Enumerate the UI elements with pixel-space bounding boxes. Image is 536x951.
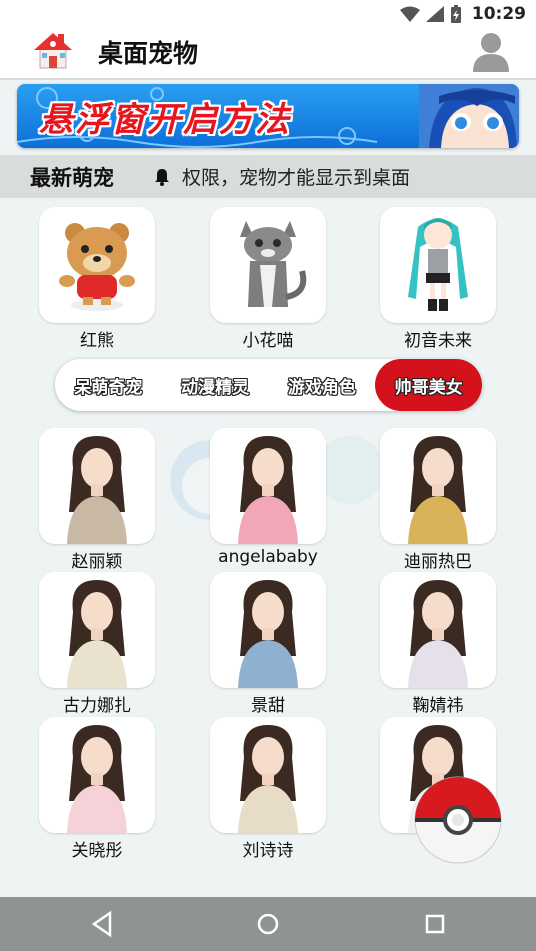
celebrity-card[interactable] xyxy=(210,428,326,544)
celebrity-card[interactable] xyxy=(39,717,155,833)
celebrity-label: 鞠婧祎 xyxy=(412,696,464,716)
home-icon[interactable] xyxy=(253,909,283,939)
battery-icon xyxy=(450,5,461,23)
celebrity-label: 刘诗诗 xyxy=(242,841,294,861)
celebrity-label: angelababy xyxy=(218,547,318,567)
notice-strip: 最新萌宠 权限，宠物才能显示到桌面 xyxy=(0,155,536,198)
bell-icon xyxy=(155,168,169,186)
portrait-image xyxy=(39,572,155,688)
celebrity-card[interactable] xyxy=(380,428,496,544)
recents-icon[interactable] xyxy=(420,909,450,939)
tab-celebrities[interactable]: 帅哥美女 xyxy=(375,359,482,411)
celebrity-card[interactable] xyxy=(39,572,155,688)
system-navigation-bar xyxy=(0,897,536,951)
red-bear-pet-icon xyxy=(59,223,135,311)
celebrity-card[interactable] xyxy=(39,428,155,544)
status-bar: 10:29 xyxy=(0,0,536,28)
pokeball-floating-button-icon[interactable] xyxy=(414,776,502,864)
portrait-image xyxy=(39,428,155,544)
notice-marquee-text: 权限，宠物才能显示到桌面 xyxy=(182,167,411,189)
back-icon[interactable] xyxy=(88,909,118,939)
category-tabs: 呆萌奇宠 动漫精灵 游戏角色 帅哥美女 xyxy=(55,359,482,411)
app-bar: 桌面宠物 xyxy=(0,28,536,80)
signal-icon xyxy=(425,6,444,22)
portrait-image xyxy=(380,572,496,688)
portrait-image xyxy=(39,717,155,833)
kitten-pet-icon xyxy=(240,221,307,307)
latest-pets-title: 最新萌宠 xyxy=(30,165,114,190)
portrait-image xyxy=(210,572,326,688)
wifi-icon xyxy=(399,6,420,22)
pet-label: 初音未来 xyxy=(404,331,472,351)
floating-window-guide-banner[interactable]: 悬浮窗开启方法 xyxy=(17,84,519,148)
banner-text: 悬浮窗开启方法 xyxy=(39,100,291,140)
anime-girl-illustration xyxy=(419,84,519,148)
portrait-image xyxy=(210,428,326,544)
portrait-image xyxy=(380,428,496,544)
celebrity-label: 古力娜扎 xyxy=(63,696,131,716)
celebrity-card[interactable] xyxy=(210,717,326,833)
pet-label: 红熊 xyxy=(80,331,114,351)
celebrity-label: 迪丽热巴 xyxy=(404,552,472,572)
pet-card-kitten[interactable] xyxy=(210,207,326,323)
profile-avatar-icon[interactable] xyxy=(470,30,512,74)
pet-label: 小花喵 xyxy=(242,331,294,351)
miku-pet-icon xyxy=(408,218,468,311)
celebrity-card[interactable] xyxy=(210,572,326,688)
celebrity-card[interactable] xyxy=(380,572,496,688)
app-title: 桌面宠物 xyxy=(98,39,199,68)
house-logo-icon xyxy=(34,33,72,69)
celebrity-label: 赵丽颖 xyxy=(71,552,123,572)
pet-card-red-bear[interactable] xyxy=(39,207,155,323)
portrait-image xyxy=(210,717,326,833)
tab-cute-pets[interactable]: 呆萌奇宠 xyxy=(55,359,162,411)
tab-game-characters[interactable]: 游戏角色 xyxy=(269,359,376,411)
celebrity-label: 关晓彤 xyxy=(71,841,123,861)
celebrity-label: 景甜 xyxy=(251,696,285,716)
pet-card-miku[interactable] xyxy=(380,207,496,323)
tab-anime-sprites[interactable]: 动漫精灵 xyxy=(162,359,269,411)
status-time: 10:29 xyxy=(471,4,526,24)
